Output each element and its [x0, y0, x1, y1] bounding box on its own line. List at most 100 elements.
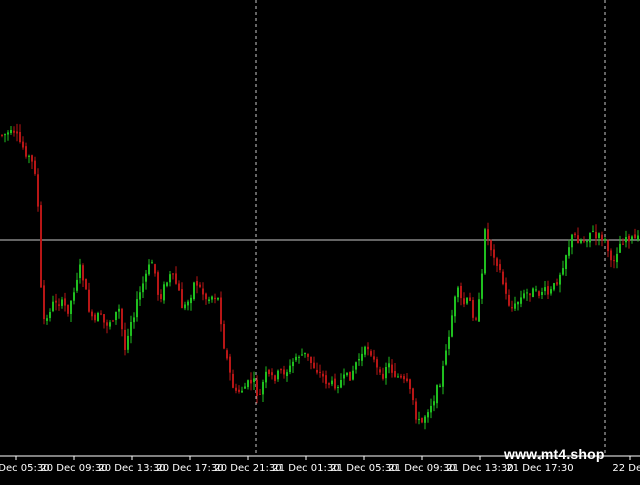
- candle-body: [97, 313, 99, 322]
- candle-body: [361, 353, 363, 361]
- candle-body: [328, 383, 330, 385]
- candle-body: [301, 354, 303, 356]
- candle-body: [94, 314, 96, 321]
- candle-body: [70, 300, 72, 314]
- candle-body: [436, 385, 438, 404]
- candle-body: [613, 260, 615, 262]
- candle-body: [547, 286, 549, 295]
- candle-body: [511, 307, 513, 309]
- candle-body: [487, 229, 489, 240]
- candle-body: [604, 239, 606, 240]
- candle-body: [10, 130, 12, 133]
- candle-body: [274, 375, 276, 381]
- candle-body: [577, 235, 579, 244]
- candle-body: [265, 371, 267, 383]
- candle-body: [466, 297, 468, 304]
- candle-body: [349, 371, 351, 381]
- candle-body: [106, 322, 108, 326]
- candle-body: [463, 298, 465, 305]
- candle-body: [37, 174, 39, 207]
- candle-body: [556, 282, 558, 285]
- candle-body: [175, 273, 177, 284]
- candle-body: [520, 297, 522, 304]
- candle-body: [46, 318, 48, 321]
- candle-body: [208, 299, 210, 301]
- candle-body: [394, 371, 396, 377]
- candle-body: [622, 243, 624, 245]
- candle-body: [256, 379, 258, 396]
- candle-body: [526, 292, 528, 294]
- candle-body: [184, 304, 186, 309]
- candle-body: [127, 335, 129, 350]
- candle-body: [550, 289, 552, 294]
- candle-body: [415, 401, 417, 420]
- candle-body: [286, 372, 288, 376]
- candle-body: [79, 264, 81, 278]
- x-axis-tick-label: 21 Dec 13:30: [446, 463, 513, 474]
- candle-body: [214, 297, 216, 300]
- candle-body: [7, 132, 9, 135]
- candle-body: [433, 401, 435, 406]
- candle-body: [508, 294, 510, 306]
- candle-body: [88, 289, 90, 312]
- candle-body: [631, 236, 633, 240]
- candle-body: [418, 419, 420, 421]
- candle-body: [136, 299, 138, 318]
- candle-body: [268, 369, 270, 374]
- candle-body: [523, 293, 525, 298]
- candle-body: [457, 287, 459, 298]
- candle-body: [241, 390, 243, 393]
- candle-body: [124, 329, 126, 350]
- candle-body: [145, 273, 147, 282]
- candle-body: [565, 255, 567, 269]
- candle-body: [502, 271, 504, 285]
- candle-body: [85, 279, 87, 290]
- candle-body: [574, 233, 576, 236]
- candle-body: [157, 272, 159, 295]
- candle-body: [544, 287, 546, 292]
- candle-body: [430, 405, 432, 413]
- candle-body: [580, 240, 582, 243]
- candle-body: [121, 308, 123, 330]
- candle-body: [610, 250, 612, 261]
- candle-body: [322, 373, 324, 377]
- candle-body: [211, 296, 213, 300]
- chart-canvas[interactable]: 20 Dec 05:3020 Dec 09:3020 Dec 13:3020 D…: [0, 0, 640, 480]
- x-axis-tick-label: 22 Dec: [612, 463, 640, 474]
- candle-body: [541, 292, 543, 295]
- candle-body: [307, 353, 309, 357]
- candle-body: [235, 387, 237, 391]
- candle-body: [217, 298, 219, 300]
- candle-body: [616, 253, 618, 263]
- candle-body: [193, 282, 195, 300]
- candle-body: [202, 288, 204, 295]
- price-chart[interactable]: 20 Dec 05:3020 Dec 09:3020 Dec 13:3020 D…: [0, 0, 640, 480]
- candle-body: [628, 235, 630, 242]
- candle-body: [142, 283, 144, 293]
- candle-body: [16, 131, 18, 134]
- candle-body: [223, 324, 225, 349]
- candle-body: [280, 369, 282, 371]
- candle-body: [448, 336, 450, 349]
- candle-body: [535, 289, 537, 291]
- candle-body: [559, 274, 561, 285]
- candle-body: [313, 362, 315, 369]
- candle-body: [346, 372, 348, 376]
- candle-body: [352, 370, 354, 380]
- candle-body: [82, 265, 84, 281]
- candle-body: [139, 292, 141, 300]
- candle-body: [109, 322, 111, 327]
- candle-body: [421, 418, 423, 423]
- candle-body: [259, 393, 261, 395]
- candle-body: [409, 379, 411, 390]
- candle-body: [460, 286, 462, 299]
- candle-body: [637, 235, 639, 240]
- candle-body: [130, 322, 132, 336]
- candle-body: [205, 293, 207, 300]
- candle-body: [583, 240, 585, 242]
- candle-body: [370, 351, 372, 356]
- candle-body: [73, 292, 75, 301]
- candle-body: [316, 370, 318, 373]
- candle-body: [220, 297, 222, 325]
- candle-body: [310, 356, 312, 363]
